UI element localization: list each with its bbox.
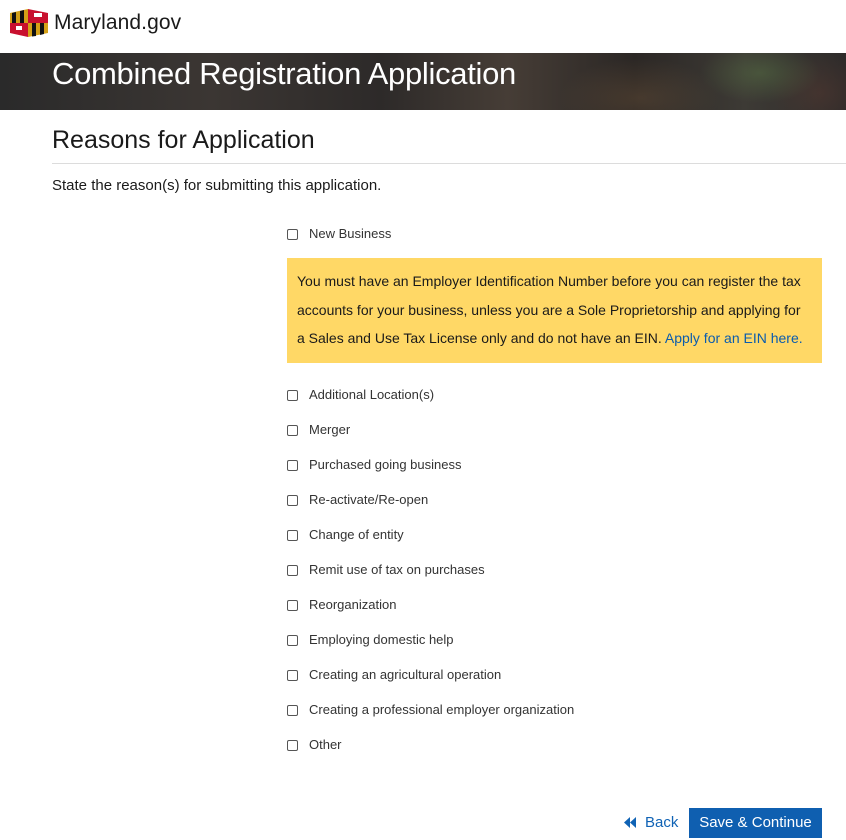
section-title: Reasons for Application: [52, 126, 315, 154]
logo-text: Maryland.gov: [54, 11, 182, 34]
option-label: New Business: [309, 225, 392, 241]
option-label: Additional Location(s): [309, 386, 435, 402]
option-label: Purchased going business: [309, 456, 462, 472]
option-reactivate[interactable]: Re-activate/Re-open: [287, 490, 428, 508]
back-button[interactable]: Back: [624, 814, 678, 831]
checkbox-other[interactable]: [287, 739, 298, 751]
option-label: Creating a professional employer organiz…: [309, 701, 575, 717]
checkbox-remit-use-tax[interactable]: [287, 564, 298, 576]
option-agricultural-operation[interactable]: Creating an agricultural operation: [287, 665, 501, 683]
ein-notice: You must have an Employer Identification…: [287, 258, 822, 363]
checkbox-reactivate[interactable]: [287, 494, 298, 506]
checkbox-employing-domestic-help[interactable]: [287, 634, 298, 646]
checkbox-change-of-entity[interactable]: [287, 529, 298, 541]
option-label: Employing domestic help: [309, 631, 454, 647]
checkbox-professional-employer-org[interactable]: [287, 704, 298, 716]
site-header: Maryland.gov: [0, 0, 846, 53]
option-label: Reorganization: [309, 596, 397, 612]
option-remit-use-tax[interactable]: Remit use of tax on purchases: [287, 560, 485, 578]
option-employing-domestic-help[interactable]: Employing domestic help: [287, 630, 454, 648]
double-chevron-left-icon: [624, 817, 636, 828]
maryland-flag-icon: [10, 9, 48, 37]
apply-ein-link[interactable]: Apply for an EIN here.: [665, 330, 803, 346]
checkbox-additional-locations[interactable]: [287, 389, 298, 401]
option-label: Creating an agricultural operation: [309, 666, 502, 682]
option-label: Other: [309, 736, 342, 752]
option-label: Merger: [309, 421, 351, 437]
banner-title: Combined Registration Application: [52, 56, 516, 91]
option-new-business[interactable]: New Business: [287, 224, 391, 242]
option-purchased-going-business[interactable]: Purchased going business: [287, 455, 462, 473]
save-continue-button[interactable]: Save & Continue: [689, 808, 822, 838]
maryland-gov-logo[interactable]: Maryland.gov: [8, 9, 181, 37]
option-reorganization[interactable]: Reorganization: [287, 595, 396, 613]
checkbox-agricultural-operation[interactable]: [287, 669, 298, 681]
checkbox-purchased-going-business[interactable]: [287, 459, 298, 471]
section-intro: State the reason(s) for submitting this …: [52, 177, 382, 194]
back-label: Back: [645, 814, 679, 831]
checkbox-merger[interactable]: [287, 424, 298, 436]
checkbox-reorganization[interactable]: [287, 599, 298, 611]
option-label: Re-activate/Re-open: [309, 491, 429, 507]
option-label: Change of entity: [309, 526, 404, 542]
option-label: Remit use of tax on purchases: [309, 561, 485, 577]
option-change-of-entity[interactable]: Change of entity: [287, 525, 404, 543]
section-divider: [52, 163, 846, 164]
page-banner: Combined Registration Application: [0, 53, 846, 110]
option-merger[interactable]: Merger: [287, 420, 350, 438]
option-professional-employer-org[interactable]: Creating a professional employer organiz…: [287, 700, 574, 718]
option-other[interactable]: Other: [287, 735, 342, 753]
checkbox-new-business[interactable]: [287, 228, 298, 240]
option-additional-locations[interactable]: Additional Location(s): [287, 385, 434, 403]
